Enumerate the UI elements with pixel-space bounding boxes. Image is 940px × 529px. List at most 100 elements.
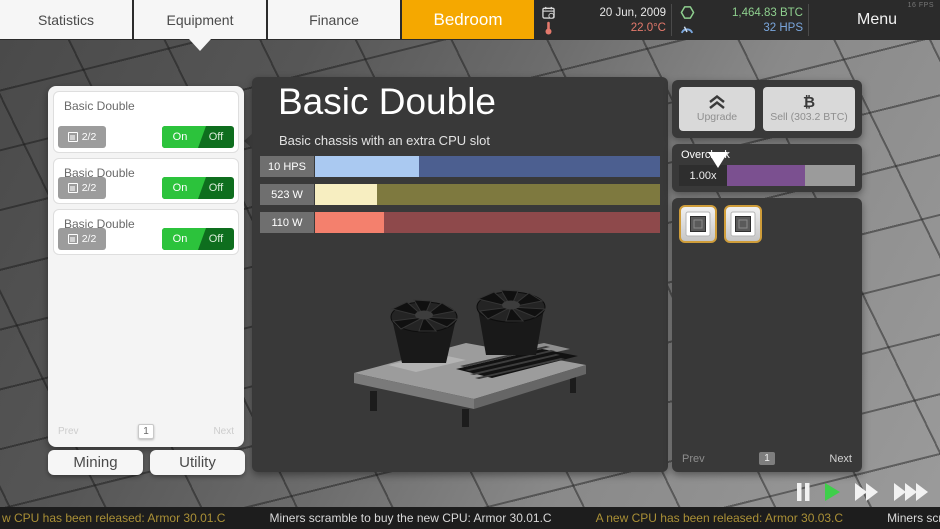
pause-icon: [796, 482, 811, 502]
tab-finance[interactable]: Finance: [268, 0, 400, 39]
power-toggle[interactable]: On Off: [162, 177, 234, 199]
stat-row-hps: 10 HPS: [260, 156, 660, 177]
double-chevron-up-icon: [708, 95, 726, 110]
ticker-item: Miners scramble to buy the new CPU: Armo…: [887, 511, 940, 525]
power-toggle[interactable]: On Off: [162, 228, 234, 250]
ticker-item: w CPU has been released: Armor 30.01.C: [2, 511, 225, 525]
btc-hps-group: 1,464.83 BTC 32 HPS: [677, 5, 803, 35]
sell-label: Sell (303.2 BTC): [770, 111, 848, 123]
slot-count: 2/2: [82, 131, 97, 143]
cpu-slots-panel: Prev 1 Next: [672, 198, 862, 472]
equipment-field: [107, 126, 161, 148]
equipment-detail-panel: Basic Double Basic chassis with an extra…: [252, 77, 668, 472]
overclock-panel: Overclock 1.00x: [672, 144, 862, 192]
slot-count-badge: 2/2: [58, 177, 106, 199]
date-temp-group: 20 Jun, 2009 22.0°C: [538, 6, 666, 35]
fastest-forward-button[interactable]: [893, 482, 930, 502]
slider-track: [805, 165, 855, 186]
slots-pagination: Prev 1 Next: [682, 452, 852, 465]
stat-track: [315, 212, 660, 233]
date-value: 20 Jun, 2009: [558, 6, 666, 20]
bitcoin-hex-icon: [677, 5, 697, 20]
tab-statistics[interactable]: Statistics: [0, 0, 132, 39]
fast-forward-icon: [854, 482, 880, 502]
slot-count-badge: 2/2: [58, 228, 106, 250]
hashrate-gauge-icon: [677, 23, 697, 34]
hashrate-value: 32 HPS: [697, 21, 803, 35]
tab-mining[interactable]: Mining: [48, 450, 143, 475]
cpu-slot-2[interactable]: [724, 205, 762, 243]
fast-forward-button[interactable]: [854, 482, 880, 502]
equipment-field: [107, 228, 161, 250]
news-ticker: w CPU has been released: Armor 30.01.C M…: [0, 507, 940, 529]
equipment-controls: 2/2 On Off: [58, 126, 234, 148]
equipment-list-item[interactable]: Basic Double 2/2 On Off: [53, 158, 239, 204]
slot-count-badge: 2/2: [58, 126, 106, 148]
stat-label: 110 W: [260, 212, 314, 233]
equipment-field: [107, 177, 161, 199]
upgrade-button[interactable]: Upgrade: [679, 87, 755, 131]
next-button[interactable]: Next: [213, 426, 234, 437]
play-icon: [824, 482, 841, 502]
active-tab-pointer: [189, 39, 211, 51]
power-toggle[interactable]: On Off: [162, 126, 234, 148]
rig-3d-render: [344, 265, 594, 433]
stat-row-heat: 110 W: [260, 212, 660, 233]
top-bar: Statistics Equipment Finance Bedroom 20 …: [0, 0, 940, 40]
selected-item-pointer: [244, 133, 253, 149]
divider: [808, 4, 809, 36]
slot-count: 2/2: [82, 233, 97, 245]
stat-row-power: 523 W: [260, 184, 660, 205]
stat-label: 10 HPS: [260, 156, 314, 177]
fastest-forward-icon: [893, 482, 930, 502]
cpu-slots-row: [672, 198, 862, 250]
sell-button[interactable]: ₿ Sell (303.2 BTC): [763, 87, 855, 131]
tab-utility[interactable]: Utility: [150, 450, 245, 475]
list-pagination: Prev 1 Next: [58, 424, 234, 439]
calendar-icon: [538, 6, 558, 19]
stat-track: [315, 156, 660, 177]
prev-button[interactable]: Prev: [682, 453, 705, 465]
status-info: 20 Jun, 2009 22.0°C 1,464.83 BTC 32 HPS …: [538, 0, 940, 40]
tab-bedroom[interactable]: Bedroom: [402, 0, 534, 39]
divider: [671, 4, 672, 36]
cpu-chip-icon: [730, 211, 756, 237]
overclock-slider-thumb[interactable]: [708, 152, 728, 168]
next-button[interactable]: Next: [829, 453, 852, 465]
play-button[interactable]: [824, 482, 841, 502]
equipment-controls: 2/2 On Off: [58, 228, 234, 250]
equipment-list-item[interactable]: Basic Double 2/2 On Off: [53, 209, 239, 255]
slot-count: 2/2: [82, 182, 97, 194]
stat-bars: 10 HPS 523 W 110 W: [260, 156, 660, 233]
equipment-list-item[interactable]: Basic Double 2/2 On Off: [53, 91, 239, 153]
temperature-value: 22.0°C: [558, 21, 666, 35]
fps-counter: 16 FPS: [908, 2, 934, 9]
equipment-name: Basic Double: [54, 92, 238, 113]
stat-track: [315, 184, 660, 205]
stat-fill: [315, 156, 419, 177]
cpu-chip-icon: [68, 183, 78, 193]
game-screen: Statistics Equipment Finance Bedroom 20 …: [0, 0, 940, 529]
stat-fill: [315, 184, 377, 205]
thermometer-icon: [538, 21, 558, 35]
category-tabs: Mining Utility: [48, 450, 245, 475]
main-tabs: Statistics Equipment Finance Bedroom: [0, 0, 534, 39]
cpu-chip-icon: [68, 234, 78, 244]
equipment-list-panel: Basic Double 2/2 On Off Basic Double 2/2…: [48, 86, 244, 447]
pause-button[interactable]: [796, 482, 811, 502]
page-number: 1: [759, 452, 775, 465]
btc-balance: 1,464.83 BTC: [697, 6, 803, 20]
equipment-description: Basic chassis with an extra CPU slot: [279, 133, 490, 148]
prev-button[interactable]: Prev: [58, 426, 79, 437]
cpu-chip-icon: [68, 132, 78, 142]
stat-label: 523 W: [260, 184, 314, 205]
fan-right: [477, 290, 545, 355]
overclock-value: 1.00x: [679, 165, 727, 186]
tab-equipment[interactable]: Equipment: [134, 0, 266, 39]
menu-button[interactable]: Menu: [814, 11, 940, 29]
ticker-item: Miners scramble to buy the new CPU: Armo…: [269, 511, 551, 525]
slider-fill: [727, 165, 805, 186]
overclock-slider[interactable]: 1.00x: [679, 165, 855, 186]
cpu-slot-1[interactable]: [679, 205, 717, 243]
bitcoin-icon: ₿: [803, 95, 815, 110]
